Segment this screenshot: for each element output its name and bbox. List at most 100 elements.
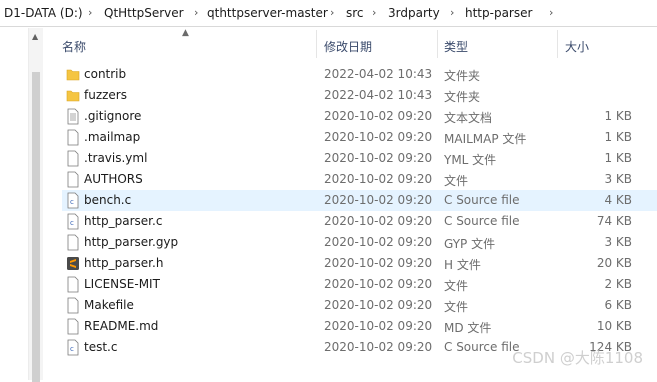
file-type: MAILMAP 文件 <box>444 132 527 146</box>
file-row-selected[interactable]: c bench.c 2020-10-02 09:20 C Source file… <box>62 190 657 211</box>
column-header-size[interactable]: 大小 <box>565 38 589 55</box>
file-type: 文件 <box>444 174 469 188</box>
file-date: 2020-10-02 09:20 <box>324 193 433 207</box>
file-row[interactable]: AUTHORS 2020-10-02 09:20 文件 3 KB <box>62 169 657 190</box>
breadcrumb-item-src[interactable]: src <box>346 6 364 20</box>
file-date: 2020-10-02 09:20 <box>324 256 433 270</box>
c-source-file-icon: c <box>66 192 80 209</box>
breadcrumb-item-3rdparty[interactable]: 3rdparty <box>388 6 440 20</box>
file-row[interactable]: http_parser.gyp 2020-10-02 09:20 GYP 文件 … <box>62 232 657 253</box>
file-size: 20 KB <box>596 256 632 270</box>
file-size: 1 KB <box>604 130 632 144</box>
c-source-file-icon: c <box>66 339 80 356</box>
scroll-up-arrow-icon[interactable]: ▲ <box>32 32 38 41</box>
file-name: http_parser.h <box>84 256 164 270</box>
file-date: 2020-10-02 09:20 <box>324 109 433 123</box>
file-type: 文件夹 <box>444 90 481 104</box>
file-date: 2020-10-02 09:20 <box>324 298 433 312</box>
breadcrumb-item-http-parser[interactable]: http-parser <box>465 6 532 20</box>
file-icon <box>66 297 80 314</box>
file-row[interactable]: http_parser.h 2020-10-02 09:20 H 文件 20 K… <box>62 253 657 274</box>
file-name: .travis.yml <box>84 151 148 165</box>
breadcrumb-dropdown-icon[interactable]: › <box>549 6 553 19</box>
breadcrumb-separator-icon[interactable]: › <box>88 6 92 19</box>
file-row[interactable]: LICENSE-MIT 2020-10-02 09:20 文件 2 KB <box>62 274 657 295</box>
file-type: C Source file <box>444 193 520 207</box>
file-type: GYP 文件 <box>444 237 496 251</box>
breadcrumb-separator-icon[interactable]: › <box>330 6 334 19</box>
file-row[interactable]: contrib 2022-04-02 10:43 文件夹 <box>62 64 657 85</box>
file-name: .mailmap <box>84 130 141 144</box>
file-size: 3 KB <box>604 235 632 249</box>
breadcrumb-item-qthttpserver[interactable]: QtHttpServer <box>104 6 184 20</box>
file-icon <box>66 150 80 167</box>
column-divider[interactable] <box>557 30 558 58</box>
svg-text:c: c <box>70 345 74 353</box>
file-name: fuzzers <box>84 88 127 102</box>
breadcrumb-separator-icon[interactable]: › <box>194 6 198 19</box>
column-header: ▲ 名称 修改日期 类型 大小 <box>44 28 657 58</box>
file-type: 文件 <box>444 300 469 314</box>
file-row[interactable]: .gitignore 2020-10-02 09:20 文本文档 1 KB <box>62 106 657 127</box>
file-type: 文件夹 <box>444 69 481 83</box>
scrollbar-thumb[interactable] <box>32 72 40 382</box>
file-row[interactable]: c http_parser.c 2020-10-02 09:20 C Sourc… <box>62 211 657 232</box>
folder-icon <box>66 87 80 104</box>
file-row[interactable]: .mailmap 2020-10-02 09:20 MAILMAP 文件 1 K… <box>62 127 657 148</box>
file-size: 3 KB <box>604 172 632 186</box>
file-type: C Source file <box>444 214 520 228</box>
file-name: LICENSE-MIT <box>84 277 160 291</box>
breadcrumb-item-qthttpserver-master[interactable]: qthttpserver-master <box>207 6 328 20</box>
file-size: 74 KB <box>596 214 632 228</box>
file-date: 2020-10-02 09:20 <box>324 319 433 333</box>
file-row[interactable]: Makefile 2020-10-02 09:20 文件 6 KB <box>62 295 657 316</box>
navigation-scrollbar[interactable]: ▲ <box>28 28 43 382</box>
file-date: 2020-10-02 09:20 <box>324 130 433 144</box>
file-date: 2022-04-02 10:43 <box>324 67 433 81</box>
svg-text:c: c <box>70 219 74 227</box>
file-size: 1 KB <box>604 151 632 165</box>
file-date: 2022-04-02 10:43 <box>324 88 433 102</box>
file-type: H 文件 <box>444 258 481 272</box>
sort-ascending-icon: ▲ <box>182 28 189 38</box>
text-file-icon <box>66 108 80 125</box>
column-header-type[interactable]: 类型 <box>444 38 468 55</box>
file-date: 2020-10-02 09:20 <box>324 340 433 354</box>
file-icon <box>66 171 80 188</box>
column-divider[interactable] <box>437 30 438 58</box>
column-divider[interactable] <box>316 30 317 58</box>
file-icon <box>66 129 80 146</box>
breadcrumb-separator-icon[interactable]: › <box>450 6 454 19</box>
file-row[interactable]: README.md 2020-10-02 09:20 MD 文件 10 KB <box>62 316 657 337</box>
file-name: bench.c <box>84 193 132 207</box>
file-date: 2020-10-02 09:20 <box>324 214 433 228</box>
address-bar[interactable]: D1-DATA (D:) › QtHttpServer › qthttpserv… <box>0 0 657 27</box>
file-type: MD 文件 <box>444 321 492 335</box>
watermark: CSDN @大陈1108 <box>512 349 643 367</box>
file-size: 2 KB <box>604 277 632 291</box>
file-name: AUTHORS <box>84 172 143 186</box>
file-type: YML 文件 <box>444 153 497 167</box>
file-type: 文本文档 <box>444 111 493 125</box>
file-size: 6 KB <box>604 298 632 312</box>
folder-icon <box>66 66 80 83</box>
file-name: http_parser.gyp <box>84 235 179 249</box>
file-name: Makefile <box>84 298 134 312</box>
file-date: 2020-10-02 09:20 <box>324 151 433 165</box>
file-icon <box>66 318 80 335</box>
file-type: C Source file <box>444 340 520 354</box>
file-row[interactable]: fuzzers 2022-04-02 10:43 文件夹 <box>62 85 657 106</box>
file-name: test.c <box>84 340 118 354</box>
file-name: .gitignore <box>84 109 142 123</box>
file-icon <box>66 234 80 251</box>
column-header-name[interactable]: 名称 <box>62 38 86 55</box>
file-date: 2020-10-02 09:20 <box>324 277 433 291</box>
breadcrumb-separator-icon[interactable]: › <box>372 6 376 19</box>
file-size: 4 KB <box>604 193 632 207</box>
file-date: 2020-10-02 09:20 <box>324 172 433 186</box>
breadcrumb-item-drive[interactable]: D1-DATA (D:) <box>4 6 83 20</box>
file-name: contrib <box>84 67 127 81</box>
file-row[interactable]: .travis.yml 2020-10-02 09:20 YML 文件 1 KB <box>62 148 657 169</box>
column-header-date[interactable]: 修改日期 <box>324 38 372 55</box>
svg-text:c: c <box>70 198 74 206</box>
